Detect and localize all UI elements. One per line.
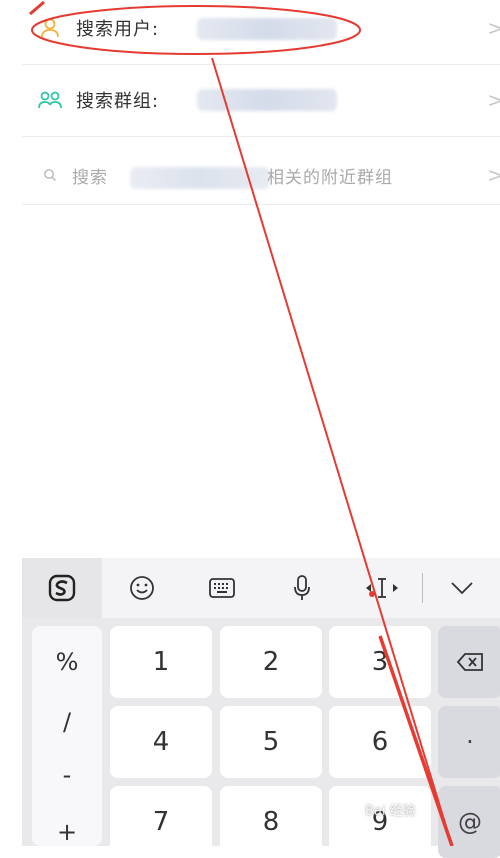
search-user-label: 搜索用户: bbox=[76, 19, 160, 40]
keyboard: % / - + 1 2 3 4 5 6 · 7 8 9 @ bbox=[22, 618, 500, 858]
redacted-query bbox=[197, 89, 337, 111]
backspace-icon bbox=[456, 653, 483, 671]
symbol-key[interactable]: + bbox=[32, 818, 102, 846]
symbol-key[interactable]: - bbox=[32, 761, 102, 789]
chevron-down-icon[interactable] bbox=[423, 558, 500, 618]
microphone-icon[interactable] bbox=[262, 558, 342, 618]
keyboard-icon[interactable] bbox=[182, 558, 262, 618]
key-5[interactable]: 5 bbox=[220, 706, 322, 778]
backspace-key[interactable] bbox=[438, 626, 500, 698]
search-group-row[interactable]: 搜索群组: > bbox=[22, 80, 500, 120]
search-group-label: 搜索群组: bbox=[76, 91, 160, 112]
dot-key[interactable]: · bbox=[438, 706, 500, 778]
divider bbox=[22, 204, 500, 205]
redacted-query bbox=[197, 18, 337, 40]
search-nearby-prefix: 搜索 bbox=[72, 167, 108, 188]
cursor-move-icon[interactable] bbox=[342, 558, 422, 618]
redacted-query bbox=[130, 167, 270, 189]
key-3[interactable]: 3 bbox=[329, 626, 431, 698]
symbol-key[interactable]: % bbox=[32, 648, 102, 676]
sogou-logo-icon[interactable] bbox=[22, 558, 102, 618]
key-7[interactable]: 7 bbox=[110, 786, 212, 858]
key-9[interactable]: 9 bbox=[329, 786, 431, 858]
divider bbox=[22, 136, 500, 137]
user-icon bbox=[36, 14, 64, 42]
search-nearby-row[interactable]: 搜索 相关的附近群组 > bbox=[22, 155, 500, 195]
symbol-column[interactable]: % / - + bbox=[32, 626, 102, 846]
key-2[interactable]: 2 bbox=[220, 626, 322, 698]
group-icon bbox=[36, 86, 64, 114]
watermark: Bai 经验 bbox=[365, 804, 416, 819]
keyboard-toolbar bbox=[22, 558, 500, 618]
symbol-key[interactable]: / bbox=[32, 708, 102, 736]
search-icon bbox=[36, 161, 64, 189]
chevron-right-icon: > bbox=[487, 163, 500, 187]
key-4[interactable]: 4 bbox=[110, 706, 212, 778]
search-user-row[interactable]: 搜索用户: > bbox=[22, 8, 500, 48]
chevron-right-icon: > bbox=[487, 16, 500, 40]
key-1[interactable]: 1 bbox=[110, 626, 212, 698]
key-8[interactable]: 8 bbox=[220, 786, 322, 858]
emoji-icon[interactable] bbox=[102, 558, 182, 618]
key-6[interactable]: 6 bbox=[329, 706, 431, 778]
divider bbox=[22, 64, 500, 65]
at-key[interactable]: @ bbox=[438, 786, 500, 858]
chevron-right-icon: > bbox=[487, 88, 500, 112]
search-nearby-suffix: 相关的附近群组 bbox=[267, 167, 393, 188]
